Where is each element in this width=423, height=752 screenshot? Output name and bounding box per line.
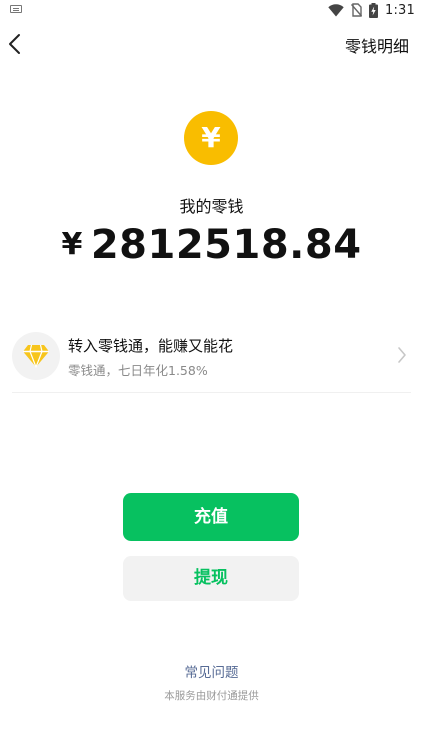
keyboard-icon <box>10 5 22 13</box>
balance-label: 我的零钱 <box>179 197 244 216</box>
promo-subtitle: 零钱通，七日年化1.58% <box>68 363 208 378</box>
back-button[interactable] <box>6 31 24 57</box>
wifi-icon <box>328 3 344 17</box>
balance-value: 2812518.84 <box>90 222 362 268</box>
faq-link[interactable]: 常见问题 <box>0 661 423 681</box>
diamond-icon-badge <box>12 332 60 380</box>
divider <box>12 392 411 393</box>
lingqiantong-promo-row[interactable]: 转入零钱通，能赚又能花 零钱通，七日年化1.58% <box>0 326 423 388</box>
status-time: 1:31 <box>385 2 415 18</box>
promo-title: 转入零钱通，能赚又能花 <box>68 337 234 355</box>
service-provider-note: 本服务由财付通提供 <box>164 690 259 702</box>
no-sim-icon <box>351 3 362 17</box>
diamond-icon <box>23 344 49 368</box>
recharge-button[interactable]: 充值 <box>123 493 299 541</box>
change-details-link[interactable]: 零钱明细 <box>345 33 409 57</box>
yuan-coin-icon: ¥ <box>184 111 238 165</box>
balance-amount: ¥2812518.84 <box>0 222 423 268</box>
status-icons: 1:31 <box>328 1 415 19</box>
withdraw-button[interactable]: 提现 <box>123 556 299 601</box>
status-bar: 1:31 <box>0 0 423 20</box>
chevron-left-icon <box>9 34 20 54</box>
chevron-right-icon <box>398 347 406 363</box>
coin-symbol: ¥ <box>201 121 221 154</box>
currency-symbol: ¥ <box>61 227 83 262</box>
battery-charging-icon <box>369 2 378 18</box>
